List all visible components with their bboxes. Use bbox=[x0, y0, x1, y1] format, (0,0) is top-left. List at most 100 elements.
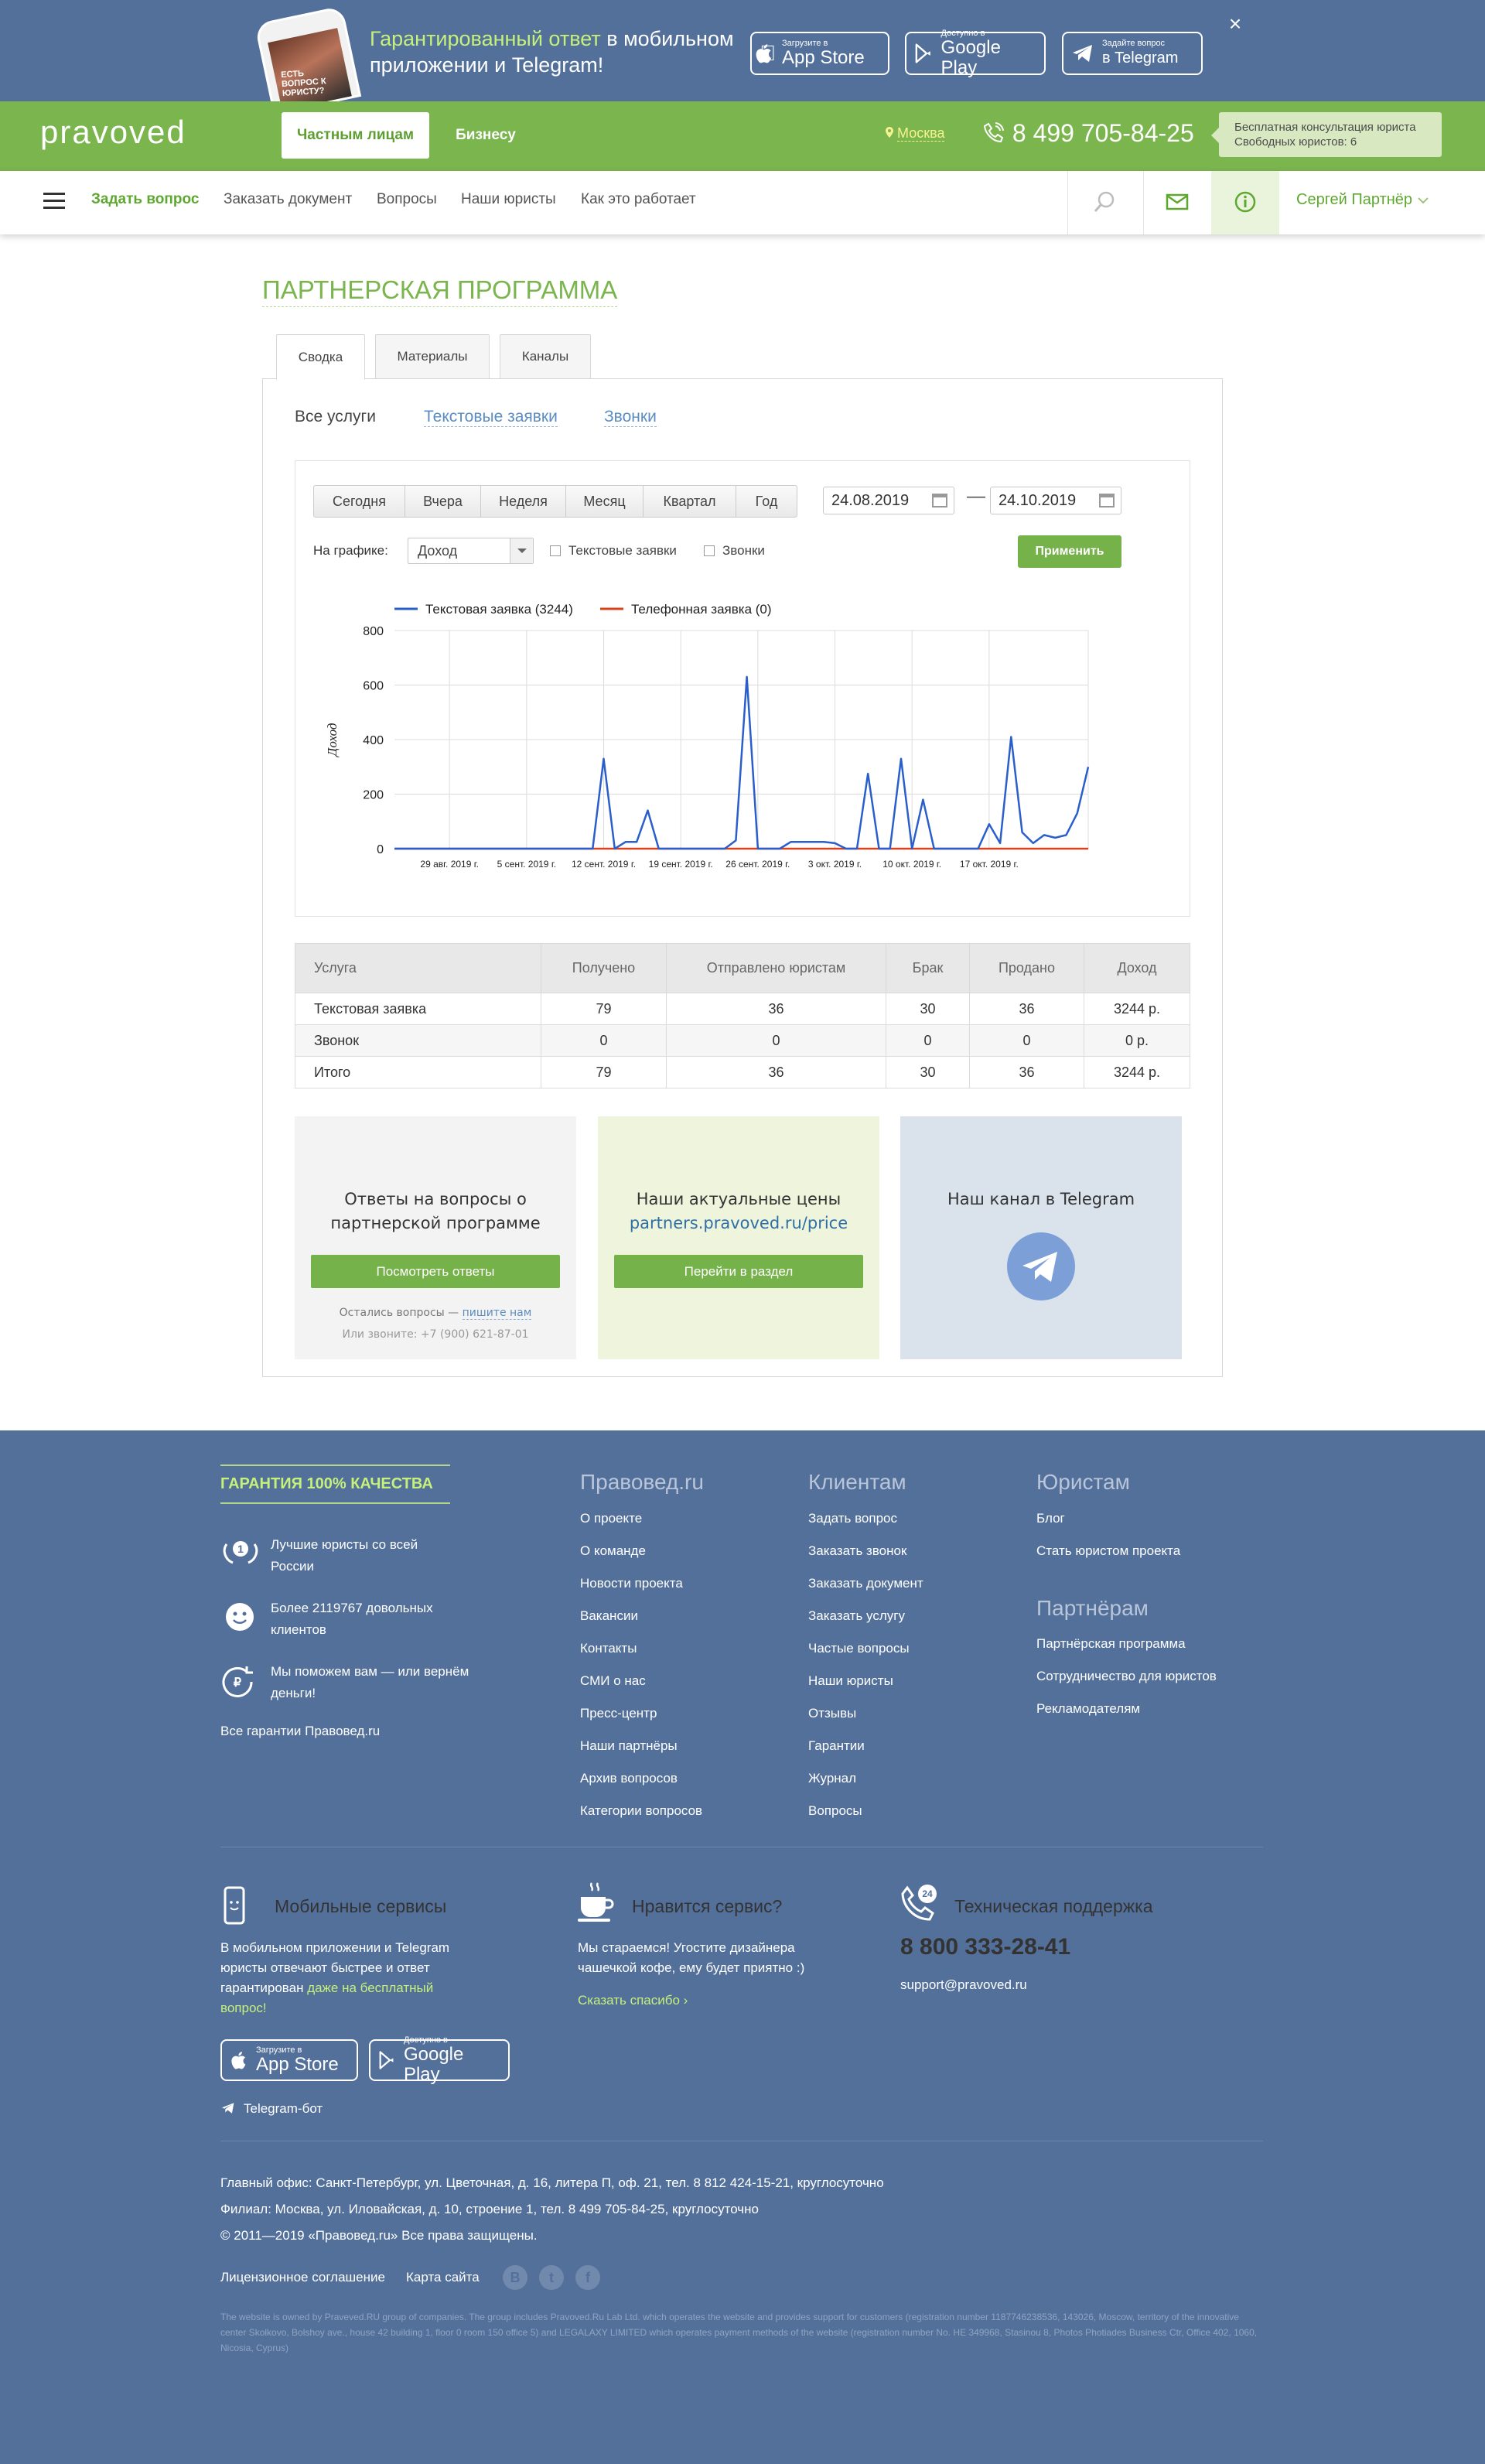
facebook-icon[interactable]: f bbox=[575, 2265, 600, 2290]
nav-ask-question[interactable]: Задать вопрос bbox=[91, 191, 199, 208]
checkbox[interactable] bbox=[704, 545, 715, 556]
footer-link[interactable]: Заказать документ bbox=[808, 1576, 923, 1608]
footer-link[interactable]: Отзывы bbox=[808, 1706, 923, 1738]
footer-link[interactable]: Архив вопросов bbox=[580, 1771, 702, 1803]
footer-link[interactable]: Новости проекта bbox=[580, 1576, 702, 1608]
support-email[interactable]: support@pravoved.ru bbox=[900, 1977, 1027, 1993]
footer-link[interactable]: Гарантии bbox=[808, 1738, 923, 1771]
y-tick-label: 200 bbox=[363, 789, 384, 802]
footer-appstore-button[interactable]: Загрузите в App Store bbox=[220, 2039, 358, 2081]
telegram-small: Задайте вопрос bbox=[1102, 39, 1166, 48]
footer-link[interactable]: Контакты bbox=[580, 1641, 702, 1673]
calendar-icon[interactable] bbox=[932, 494, 947, 507]
service-text-requests[interactable]: Текстовые заявки bbox=[424, 408, 558, 427]
city-selector[interactable]: Москва bbox=[886, 125, 945, 142]
nav-lawyers[interactable]: Наши юристы bbox=[461, 191, 556, 208]
metric-select[interactable]: Доход bbox=[408, 538, 534, 564]
footer-link[interactable]: Вакансии bbox=[580, 1608, 702, 1641]
all-guarantees-link[interactable]: Все гарантии Правовед.ru bbox=[220, 1724, 380, 1739]
telegram-channel-card[interactable]: Наш канал в Telegram bbox=[900, 1116, 1182, 1359]
license-link[interactable]: Лицензионное соглашение bbox=[220, 2270, 385, 2285]
dropdown-arrow-icon[interactable] bbox=[510, 538, 533, 563]
table-row: Текстовая заявка 79 36 30 36 3244 р. bbox=[295, 993, 1190, 1025]
tab-business[interactable]: Бизнесу bbox=[430, 112, 541, 159]
view-answers-button[interactable]: Посмотреть ответы bbox=[311, 1255, 560, 1288]
appstore-button[interactable]:  Загрузите вApp Store bbox=[750, 32, 889, 75]
period-year[interactable]: Год bbox=[736, 486, 797, 517]
footer-googleplay-button[interactable]: Доступно в Google Play bbox=[369, 2035, 510, 2085]
prices-title: Наши актуальные цены bbox=[636, 1190, 842, 1208]
sitemap-link[interactable]: Карта сайта bbox=[406, 2270, 480, 2285]
header-phone[interactable]: 8 499 705-84-25 bbox=[982, 119, 1194, 148]
hamburger-menu-icon[interactable] bbox=[43, 193, 65, 210]
checkbox[interactable] bbox=[550, 545, 561, 556]
period-yesterday[interactable]: Вчера bbox=[405, 486, 481, 517]
nav-questions[interactable]: Вопросы bbox=[377, 191, 437, 208]
svg-text:1: 1 bbox=[237, 1543, 244, 1555]
user-menu[interactable]: Сергей Партнёр bbox=[1296, 191, 1429, 209]
apply-button[interactable]: Применить bbox=[1018, 535, 1121, 568]
footer-link[interactable]: Задать вопрос bbox=[808, 1511, 923, 1543]
go-to-section-button[interactable]: Перейти в раздел bbox=[614, 1255, 863, 1288]
date-from-input[interactable]: 24.08.2019 bbox=[823, 487, 954, 514]
branch-office: Филиал: Москва, ул. Иловайская, д. 10, с… bbox=[220, 2202, 759, 2216]
footer-link[interactable]: Стать юристом проекта bbox=[1036, 1543, 1180, 1576]
service-all[interactable]: Все услуги bbox=[295, 408, 376, 426]
twitter-icon[interactable]: t bbox=[539, 2265, 564, 2290]
footer-link[interactable]: Категории вопросов bbox=[580, 1803, 702, 1836]
tab-summary[interactable]: Сводка bbox=[276, 334, 365, 380]
say-thanks-link[interactable]: Сказать спасибо › bbox=[578, 1993, 688, 2008]
footer-link[interactable]: Рекламодателям bbox=[1036, 1701, 1217, 1734]
footer-link[interactable]: О проекте bbox=[580, 1511, 702, 1543]
tab-private-persons[interactable]: Частным лицам bbox=[282, 112, 429, 159]
free-consultation-badge[interactable]: Бесплатная консультация юриста Свободных… bbox=[1211, 112, 1442, 157]
footer-link[interactable]: Заказать звонок bbox=[808, 1543, 923, 1576]
site-logo[interactable]: pravoved bbox=[40, 114, 186, 151]
footer-link[interactable]: Пресс-центр bbox=[580, 1706, 702, 1738]
googleplay-button[interactable]: Доступно в Google Play bbox=[905, 29, 1046, 78]
cell: 30 bbox=[886, 1056, 970, 1088]
telegram-bot-link[interactable]: Telegram-бот bbox=[220, 2101, 323, 2117]
period-month[interactable]: Месяц bbox=[566, 486, 644, 517]
support-badge: 24 bbox=[922, 1888, 933, 1899]
footer-link[interactable]: Заказать услугу bbox=[808, 1608, 923, 1641]
footer-link[interactable]: Частые вопросы bbox=[808, 1641, 923, 1673]
write-us-link[interactable]: пишите нам bbox=[462, 1307, 532, 1320]
mobile-services-title: Мобильные сервисы bbox=[275, 1896, 447, 1916]
period-today[interactable]: Сегодня bbox=[314, 486, 405, 517]
service-calls[interactable]: Звонки bbox=[604, 408, 657, 427]
vk-icon[interactable]: B bbox=[503, 2265, 527, 2290]
mail-icon[interactable] bbox=[1166, 193, 1189, 214]
telegram-button[interactable]: Задайте вопрос в Telegram bbox=[1062, 32, 1203, 75]
search-icon[interactable] bbox=[1093, 190, 1116, 217]
date-to-input[interactable]: 24.10.2019 bbox=[990, 487, 1121, 514]
checkbox-text-requests[interactable]: Текстовые заявки bbox=[550, 543, 677, 559]
y-tick-label: 0 bbox=[377, 843, 384, 856]
footer-link[interactable]: СМИ о нас bbox=[580, 1673, 702, 1706]
x-tick-label: 17 окт. 2019 г. bbox=[960, 859, 1019, 870]
footer-link[interactable]: Наши партнёры bbox=[580, 1738, 702, 1771]
support-phone[interactable]: 8 800 333-28-41 bbox=[900, 1934, 1070, 1960]
close-icon[interactable]: × bbox=[1224, 12, 1247, 36]
footer-link[interactable]: Наши юристы bbox=[808, 1673, 923, 1706]
calendar-icon[interactable] bbox=[1099, 494, 1115, 507]
phone-screen-text: ЕСТЬ ВОПРОС К ЮРИСТУ? bbox=[280, 69, 327, 99]
telegram-logo-icon[interactable] bbox=[1007, 1232, 1075, 1300]
tab-channels[interactable]: Каналы bbox=[500, 334, 591, 379]
nav-how-it-works[interactable]: Как это работает bbox=[581, 191, 696, 208]
prices-link[interactable]: partners.pravoved.ru/price bbox=[630, 1214, 848, 1232]
checkbox-calls[interactable]: Звонки bbox=[704, 543, 765, 559]
footer-link[interactable]: Сотрудничество для юристов bbox=[1036, 1669, 1217, 1701]
period-quarter[interactable]: Квартал bbox=[644, 486, 736, 517]
period-week[interactable]: Неделя bbox=[481, 486, 566, 517]
tab-materials[interactable]: Материалы bbox=[375, 334, 490, 379]
footer-link[interactable]: Партнёрская программа bbox=[1036, 1636, 1217, 1669]
copyright: © 2011—2019 «Правовед.ru» Все права защи… bbox=[220, 2228, 538, 2243]
footer-link[interactable]: Журнал bbox=[808, 1771, 923, 1803]
promo-banner bbox=[0, 0, 1485, 101]
footer-link[interactable]: О команде bbox=[580, 1543, 702, 1576]
footer-link[interactable]: Вопросы bbox=[808, 1803, 923, 1836]
promo-text-rest: в мобильном bbox=[600, 27, 734, 50]
nav-order-document[interactable]: Заказать документ bbox=[224, 191, 352, 208]
footer-link[interactable]: Блог bbox=[1036, 1511, 1180, 1543]
